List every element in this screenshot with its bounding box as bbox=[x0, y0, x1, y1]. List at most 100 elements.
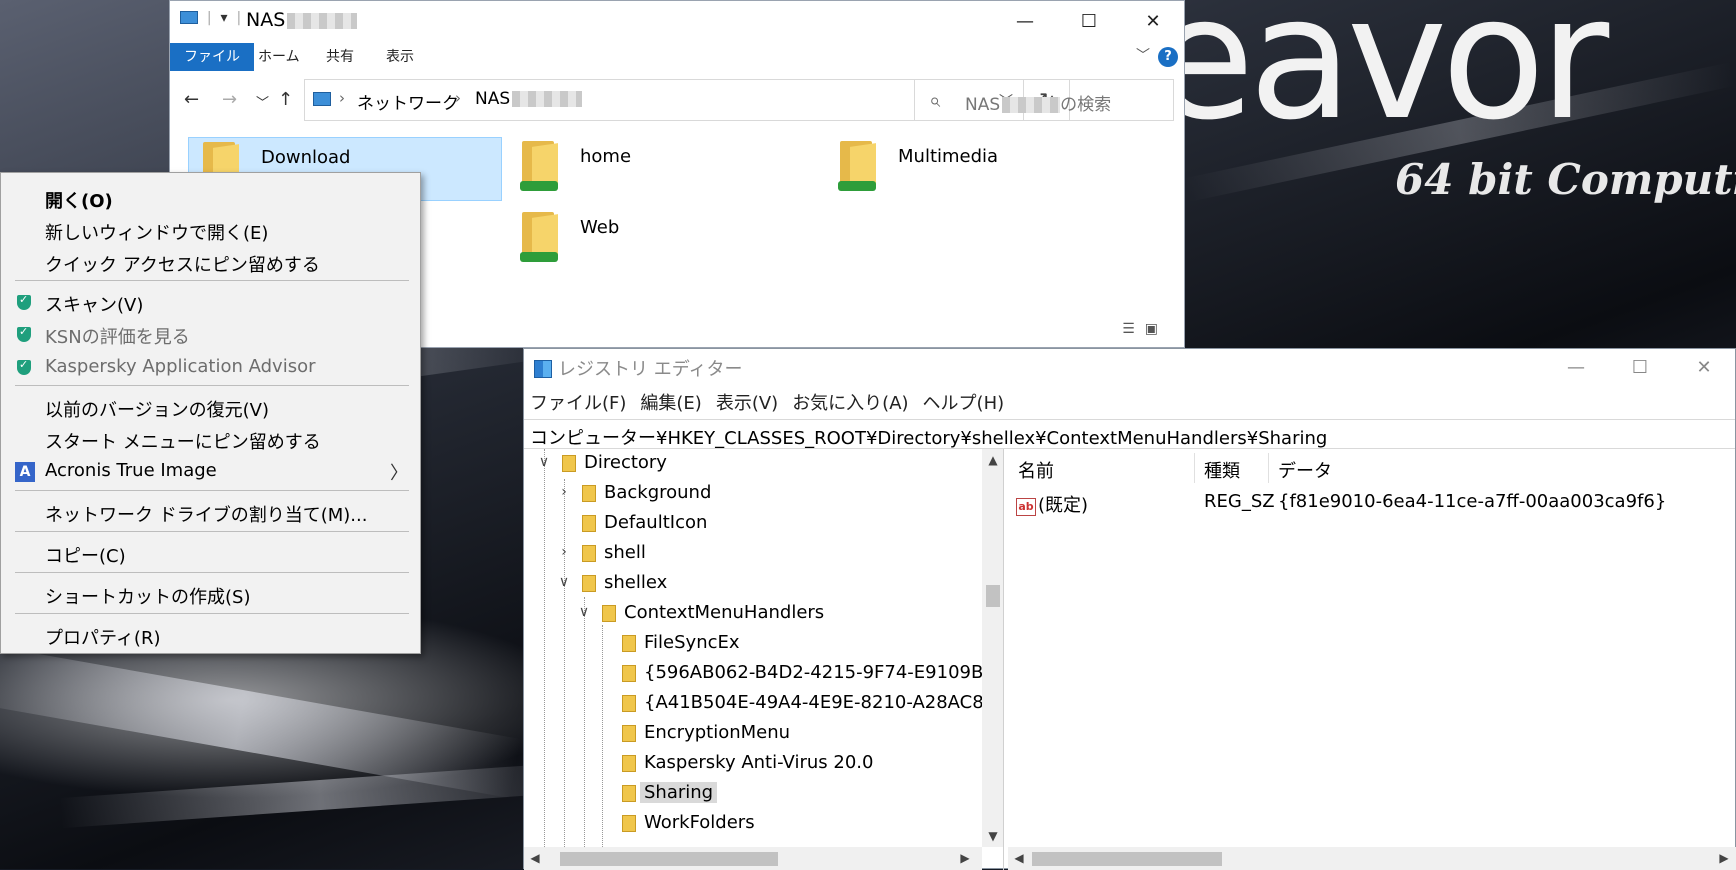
tree-node-filesyncex[interactable]: FileSyncEx bbox=[524, 629, 982, 659]
chevron-right-icon[interactable]: › bbox=[339, 89, 345, 107]
scroll-up-icon[interactable]: ▲ bbox=[982, 453, 1003, 467]
menu-item-kaspersky-advisor[interactable]: Kaspersky Application Advisor bbox=[1, 352, 420, 382]
tree-node-encryptionmenu[interactable]: EncryptionMenu bbox=[524, 719, 982, 749]
menu-item-create-shortcut[interactable]: ショートカットの作成(S) bbox=[1, 579, 420, 609]
menu-item-map-network-drive[interactable]: ネットワーク ドライブの割り当て(M)... bbox=[1, 497, 420, 527]
scroll-thumb[interactable] bbox=[986, 585, 1000, 607]
tree-node-directory[interactable]: ∨ Directory bbox=[524, 449, 982, 479]
tree-horizontal-scrollbar[interactable]: ◀ ▶ bbox=[524, 847, 982, 870]
menu-separator bbox=[15, 280, 409, 281]
details-view-icon[interactable]: ☰ bbox=[1122, 321, 1145, 337]
expand-chevron-icon[interactable]: ∨ bbox=[556, 574, 572, 590]
tree-vertical-scrollbar[interactable]: ▲ ▼ bbox=[982, 449, 1003, 847]
column-divider[interactable] bbox=[1194, 453, 1195, 483]
help-button[interactable]: ? bbox=[1158, 47, 1178, 67]
up-button[interactable]: ↑ bbox=[278, 89, 293, 110]
menu-item-label: Kaspersky Application Advisor bbox=[45, 356, 316, 377]
back-button[interactable]: ← bbox=[184, 89, 199, 110]
folder-web[interactable]: Web bbox=[508, 208, 818, 272]
tree-node-guid-a41b504e[interactable]: {A41B504E-49A4-4E9E-8210-A28AC8 bbox=[524, 689, 984, 719]
menu-item-open[interactable]: 開く(O) bbox=[1, 183, 420, 213]
tree-node-shellex[interactable]: ∨ shellex bbox=[524, 569, 982, 599]
menu-item-label: クイック アクセスにピン留めする bbox=[45, 255, 320, 276]
tree-node-background[interactable]: › Background bbox=[524, 479, 982, 509]
recent-locations-icon[interactable]: ﹀ bbox=[256, 92, 269, 111]
minimize-button[interactable]: — bbox=[993, 3, 1057, 41]
menu-item-copy[interactable]: コピー(C) bbox=[1, 538, 420, 568]
tree-node-sharing[interactable]: Sharing bbox=[524, 779, 982, 809]
forward-button[interactable]: → bbox=[222, 89, 237, 110]
menu-item-open-new-window[interactable]: 新しいウィンドウで開く(E) bbox=[1, 215, 420, 245]
minimize-button[interactable]: — bbox=[1544, 351, 1608, 385]
expand-ribbon-icon[interactable]: ﹀ bbox=[1136, 45, 1150, 65]
close-button[interactable]: ✕ bbox=[1121, 3, 1185, 41]
breadcrumb-nas[interactable]: NAS bbox=[475, 89, 583, 109]
tab-file[interactable]: ファイル bbox=[170, 43, 254, 71]
chevron-right-icon[interactable]: › bbox=[455, 89, 461, 107]
redacted-name bbox=[1002, 97, 1061, 113]
customize-toolbar-icon[interactable]: ▾ bbox=[221, 10, 228, 26]
tree-node-shell[interactable]: › shell bbox=[524, 539, 982, 569]
tree-node-workfolders[interactable]: WorkFolders bbox=[524, 809, 982, 839]
menu-separator bbox=[15, 613, 409, 614]
tab-share[interactable]: 共有 bbox=[312, 43, 368, 71]
menu-file[interactable]: ファイル(F) bbox=[530, 393, 626, 414]
close-button[interactable]: ✕ bbox=[1672, 351, 1736, 385]
maximize-button[interactable]: ☐ bbox=[1608, 351, 1672, 385]
scroll-left-icon[interactable]: ◀ bbox=[524, 851, 546, 865]
quick-access-toolbar[interactable]: | ▾ | bbox=[180, 10, 241, 26]
menu-item-properties[interactable]: プロパティ(R) bbox=[1, 620, 420, 650]
folder-icon bbox=[622, 755, 636, 772]
folder-multimedia[interactable]: Multimedia bbox=[826, 137, 1146, 201]
values-horizontal-scrollbar[interactable]: ◀ ▶ bbox=[1008, 847, 1736, 870]
search-input[interactable]: ⌕ NAS の検索 bbox=[914, 79, 1174, 121]
tree-node-guid-596ab062[interactable]: {596AB062-B4D2-4215-9F74-E9109B0 bbox=[524, 659, 995, 689]
scroll-left-icon[interactable]: ◀ bbox=[1008, 851, 1030, 865]
tree-node-label: {A41B504E-49A4-4E9E-8210-A28AC8 bbox=[644, 692, 984, 713]
tab-home[interactable]: ホーム bbox=[244, 43, 314, 71]
menu-favorites[interactable]: お気に入り(A) bbox=[792, 393, 908, 414]
column-header-data[interactable]: データ bbox=[1278, 457, 1332, 483]
scroll-thumb[interactable] bbox=[560, 852, 778, 866]
menu-item-ksn-reputation[interactable]: KSNの評価を見る bbox=[1, 319, 420, 349]
menu-item-pin-quick-access[interactable]: クイック アクセスにピン留めする bbox=[1, 247, 420, 277]
registry-address-bar[interactable]: コンピューター¥HKEY_CLASSES_ROOT¥Directory¥shel… bbox=[524, 419, 1735, 449]
column-header-name[interactable]: 名前 bbox=[1018, 457, 1054, 483]
tab-view[interactable]: 表示 bbox=[372, 43, 428, 71]
network-folder-icon bbox=[520, 212, 560, 262]
menu-item-scan[interactable]: スキャン(V) bbox=[1, 287, 420, 317]
view-mode-toggle: ☰▣ bbox=[1122, 321, 1168, 337]
folder-label: home bbox=[580, 146, 632, 167]
scroll-down-icon[interactable]: ▼ bbox=[982, 829, 1003, 843]
folder-label: Multimedia bbox=[898, 146, 999, 167]
menu-edit[interactable]: 編集(E) bbox=[640, 393, 701, 414]
folder-icon bbox=[602, 605, 616, 622]
menu-item-label: 以前のバージョンの復元(V) bbox=[45, 400, 269, 421]
network-folder-icon bbox=[520, 141, 560, 191]
scroll-right-icon[interactable]: ▶ bbox=[954, 851, 976, 865]
column-divider[interactable] bbox=[1268, 453, 1269, 483]
value-row-name[interactable]: ab (既定) bbox=[1016, 491, 1088, 517]
expand-chevron-icon[interactable]: ∨ bbox=[576, 604, 592, 620]
tree-node-contextmenuhandlers[interactable]: ∨ ContextMenuHandlers bbox=[524, 599, 982, 629]
collapse-chevron-icon[interactable]: › bbox=[556, 544, 572, 560]
folder-home[interactable]: home bbox=[508, 137, 818, 201]
tree-node-label: WorkFolders bbox=[644, 812, 755, 833]
search-suffix: の検索 bbox=[1060, 95, 1112, 115]
large-icons-view-icon[interactable]: ▣ bbox=[1145, 321, 1168, 337]
menu-help[interactable]: ヘルプ(H) bbox=[923, 393, 1005, 414]
redacted-name bbox=[287, 12, 358, 29]
breadcrumb-network[interactable]: ネットワーク bbox=[357, 89, 459, 114]
tree-node-defaulticon[interactable]: DefaultIcon bbox=[524, 509, 982, 539]
scroll-thumb[interactable] bbox=[1032, 852, 1222, 866]
maximize-button[interactable]: ☐ bbox=[1057, 3, 1121, 41]
menu-view[interactable]: 表示(V) bbox=[716, 393, 778, 414]
menu-item-restore-previous-versions[interactable]: 以前のバージョンの復元(V) bbox=[1, 392, 420, 422]
collapse-chevron-icon[interactable]: › bbox=[556, 484, 572, 500]
tree-node-kaspersky[interactable]: Kaspersky Anti-Virus 20.0 bbox=[524, 749, 982, 779]
scroll-right-icon[interactable]: ▶ bbox=[1713, 851, 1735, 865]
column-header-type[interactable]: 種類 bbox=[1204, 457, 1240, 483]
menu-item-pin-start[interactable]: スタート メニューにピン留めする bbox=[1, 424, 420, 454]
expand-chevron-icon[interactable]: ∨ bbox=[536, 454, 552, 470]
menu-item-acronis[interactable]: A Acronis True Image 〉 bbox=[1, 456, 420, 486]
